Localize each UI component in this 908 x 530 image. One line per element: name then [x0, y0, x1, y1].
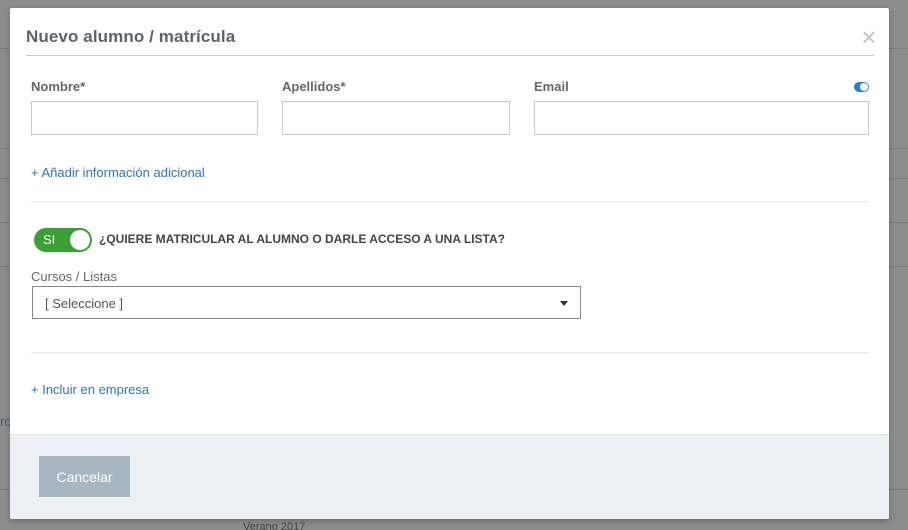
switch-label: SI [43, 232, 56, 247]
section-divider [31, 352, 869, 353]
modal-footer: Cancelar [10, 434, 889, 519]
background-partial-text: Verano 2017 [243, 521, 306, 530]
nombre-field[interactable] [31, 101, 258, 135]
email-toggle[interactable] [854, 82, 869, 92]
enroll-question: ¿QUIERE MATRICULAR AL ALUMNO O DARLE ACC… [99, 232, 505, 246]
nombre-label: Nombre* [31, 79, 86, 94]
modal-header: Nuevo alumno / matrícula × [26, 8, 877, 56]
email-label: Email [534, 79, 569, 94]
include-company-link[interactable]: + Incluir en empresa [31, 382, 149, 397]
toggle-knob [860, 83, 868, 91]
apellidos-label: Apellidos* [282, 79, 346, 94]
switch-knob [70, 230, 90, 250]
apellidos-field[interactable] [282, 101, 510, 135]
courses-label: Cursos / Listas [31, 269, 117, 284]
email-field[interactable] [534, 101, 869, 135]
close-icon[interactable]: × [856, 24, 882, 50]
caret-down-icon [560, 301, 568, 306]
new-student-modal: Nuevo alumno / matrícula × Nombre* Apell… [10, 8, 889, 519]
add-info-link[interactable]: + Añadir información adicional [31, 165, 205, 180]
section-divider [31, 201, 869, 202]
modal-title: Nuevo alumno / matrícula [26, 27, 236, 46]
courses-select-value: [ Seleccione ] [45, 296, 124, 311]
cancel-button[interactable]: Cancelar [39, 456, 130, 497]
enroll-switch[interactable]: SI [34, 228, 92, 252]
courses-select[interactable]: [ Seleccione ] [32, 286, 581, 319]
